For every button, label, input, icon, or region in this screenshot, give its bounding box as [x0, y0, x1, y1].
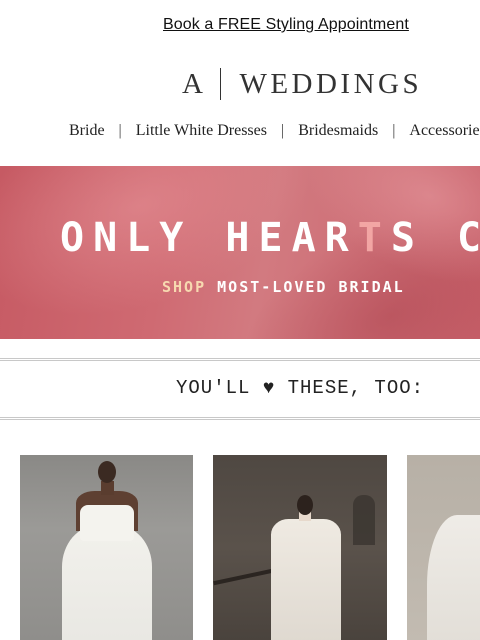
logo-divider [219, 68, 222, 100]
product-card-lace-gown[interactable] [213, 455, 387, 640]
gown-bodice [80, 505, 134, 541]
nav-separator: | [280, 122, 285, 139]
hero-banner[interactable]: ONLY HEARTS CL SHOP MOST-LOVED BRIDAL [0, 166, 480, 339]
model-head [297, 495, 313, 515]
book-appointment-link[interactable]: Book a FREE Styling Appointment [163, 16, 409, 34]
nav-separator: | [118, 122, 122, 139]
hero-cta-text: MOST-LOVED BRIDAL [217, 278, 405, 296]
recommendations-heading: YOU'LL ♥ THESE, TOO: [176, 377, 425, 399]
gown-skirt [62, 525, 152, 640]
nav-item-accessories[interactable]: Accessories [409, 122, 480, 140]
hero-headline-part2: S CL [390, 215, 480, 261]
nav-item-little-white-dresses[interactable]: Little White Dresses [136, 122, 267, 140]
logo-letter: A [182, 67, 204, 100]
hero-headline-part1: ONLY HEAR [60, 215, 358, 261]
gown-dress [427, 515, 480, 640]
hero-headline: ONLY HEARTS CL [60, 216, 480, 260]
section-divider-top [0, 358, 480, 361]
promo-bar: Book a FREE Styling Appointment [0, 0, 480, 52]
staircase-rail [213, 568, 273, 586]
hero-cta[interactable]: SHOP MOST-LOVED BRIDAL [162, 278, 405, 296]
product-card-partial-gown[interactable] [407, 455, 480, 640]
hero-headline-accent: T [357, 215, 391, 261]
nav-item-bridesmaids[interactable]: Bridesmaids [298, 122, 378, 140]
model-neck [101, 481, 114, 495]
model-head [98, 461, 116, 483]
logo-wordmark: WEDDINGS [239, 67, 423, 100]
product-card-strapless-gown[interactable] [20, 455, 193, 640]
nav-item-bride[interactable]: Bride [69, 122, 105, 140]
section-divider-bottom [0, 417, 480, 420]
brand-logo[interactable]: A WEDDINGS [182, 66, 422, 102]
main-nav: Bride | Little White Dresses | Bridesmai… [69, 120, 480, 142]
gown-dress [271, 519, 341, 640]
hero-cta-shop: SHOP [162, 278, 207, 296]
nav-separator: | [392, 122, 396, 139]
background-sconce [353, 495, 375, 545]
